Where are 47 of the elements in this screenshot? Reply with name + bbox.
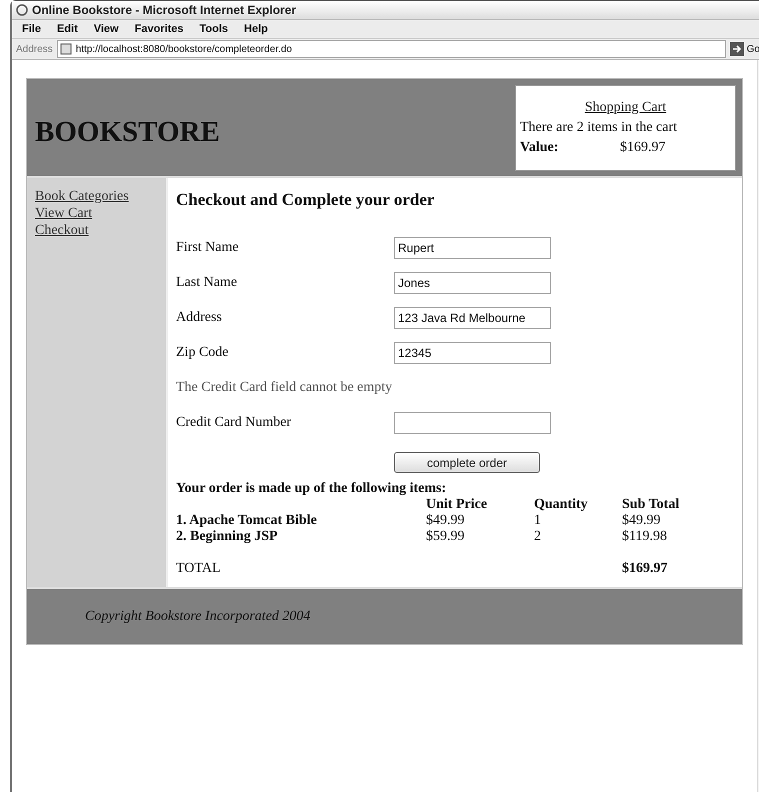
field-label: Credit Card Number bbox=[176, 414, 292, 430]
sub-total: $119.98 bbox=[622, 529, 668, 545]
order-intro: Your order is made up of the following items: bbox=[176, 481, 448, 497]
input-field[interactable]: Jones bbox=[394, 272, 551, 294]
input-field[interactable]: Rupert bbox=[394, 236, 551, 258]
menu-item[interactable]: View bbox=[94, 23, 119, 35]
field-label: First Name bbox=[176, 240, 240, 256]
value-label: Value: bbox=[520, 140, 560, 156]
menu-item[interactable]: Edit bbox=[56, 23, 78, 35]
unit-price: $49.99 bbox=[426, 513, 466, 529]
browser-icon bbox=[16, 4, 28, 16]
sidebar-link[interactable]: Book Categories bbox=[35, 188, 129, 205]
input-field[interactable] bbox=[394, 412, 551, 434]
complete-order-button[interactable]: complete order bbox=[394, 452, 540, 473]
cart-summary: There are 2 items in the cart bbox=[520, 120, 678, 136]
page-icon bbox=[60, 43, 72, 55]
menu-item[interactable]: Help bbox=[244, 23, 268, 35]
column-header: Unit Price bbox=[426, 497, 488, 513]
copyright-text: Copyright Bookstore Incorporated 2004 bbox=[85, 608, 310, 624]
field-label: Zip Code bbox=[176, 344, 230, 360]
unit-price: $59.99 bbox=[426, 529, 466, 545]
window-title: Online Bookstore - Microsoft Internet Explorer bbox=[32, 3, 296, 17]
menu-item[interactable]: File bbox=[22, 23, 41, 35]
total-value: $169.97 bbox=[622, 561, 668, 577]
item-name: 2. Beginning JSP bbox=[176, 529, 279, 545]
column-header: Quantity bbox=[534, 497, 589, 513]
input-field[interactable]: 123 Java Rd Melbourne bbox=[394, 306, 551, 328]
address-field[interactable]: http://localhost:8080/bookstore/completeorder.do bbox=[56, 40, 726, 58]
shopping-cart-link[interactable]: Shopping Cart bbox=[584, 100, 666, 116]
input-field[interactable]: 12345 bbox=[394, 342, 551, 364]
sub-total: $49.99 bbox=[622, 513, 662, 529]
field-label: Last Name bbox=[176, 274, 238, 290]
field-label: Address bbox=[176, 310, 223, 326]
menu-item[interactable]: Favorites bbox=[134, 23, 184, 35]
page-heading: Checkout and Complete your order bbox=[176, 190, 436, 210]
item-name: 1. Apache Tomcat Bible bbox=[176, 513, 318, 529]
error-message: The Credit Card field cannot be empty bbox=[176, 380, 392, 396]
menu-item[interactable]: Tools bbox=[200, 23, 228, 35]
cart-value: $169.97 bbox=[620, 140, 666, 156]
total-label: TOTAL bbox=[176, 561, 222, 577]
sidebar-link[interactable]: View Cart bbox=[35, 205, 92, 222]
sidebar-link[interactable]: Checkout bbox=[35, 222, 89, 239]
quantity: 1 bbox=[534, 513, 542, 529]
logo: BOOKSTORE bbox=[35, 116, 220, 149]
address-label: Address bbox=[16, 44, 53, 54]
column-header: Sub Total bbox=[622, 497, 680, 513]
quantity: 2 bbox=[534, 529, 542, 545]
